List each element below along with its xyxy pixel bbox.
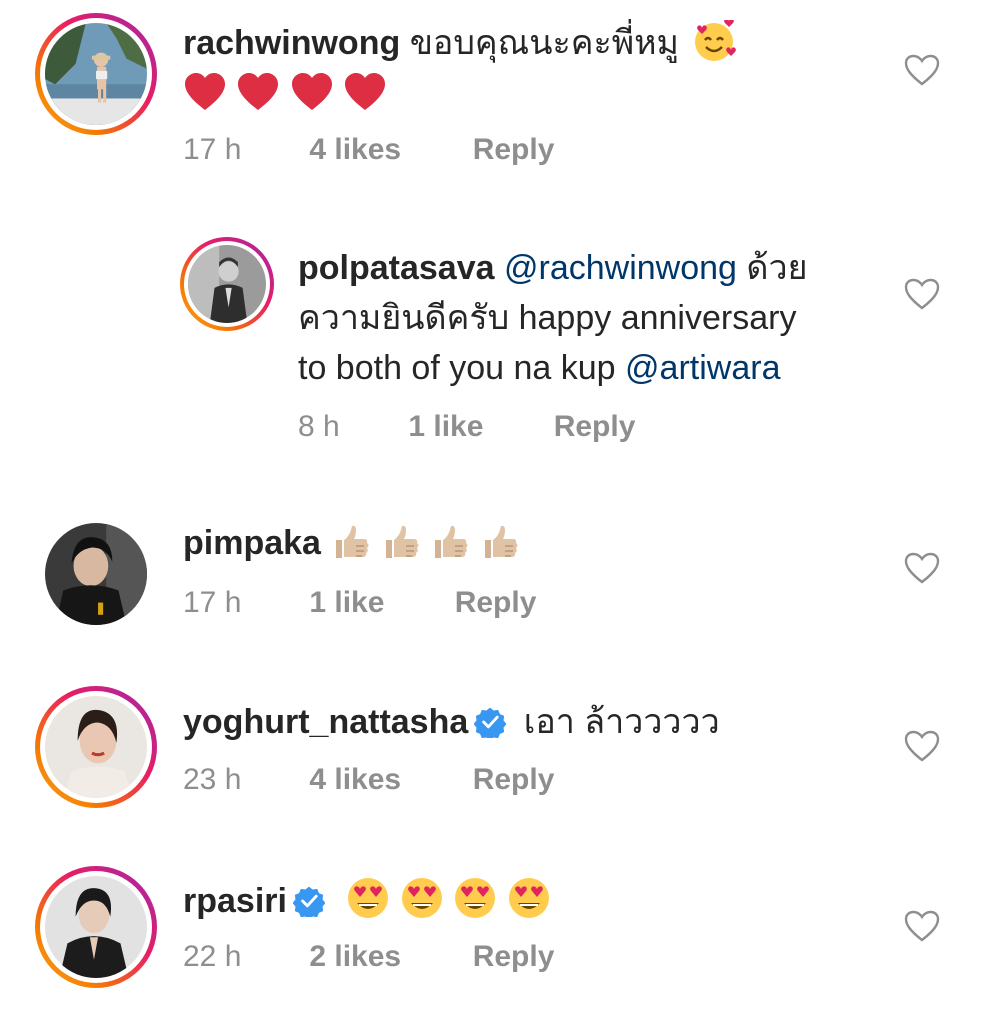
avatar (45, 876, 147, 978)
username[interactable]: pimpaka (183, 524, 321, 562)
comment-meta: 17 h 4 likes Reply (183, 133, 554, 167)
comment-time: 17 h (183, 586, 242, 619)
likes-count[interactable]: 1 like (408, 410, 545, 444)
red-heart-emoji (185, 73, 225, 110)
heart-eyes-emoji (508, 878, 549, 918)
red-heart-emoji (238, 73, 279, 110)
likes-count[interactable]: 4 likes (309, 763, 464, 797)
avatar-ring[interactable] (35, 686, 157, 808)
comment-pimpaka: pimpaka 17 h 1 like Reply (0, 510, 1000, 650)
comment-meta: 23 h 4 likes Reply (183, 763, 554, 797)
username[interactable]: polpatasava (298, 249, 495, 287)
avatar-wrap[interactable] (45, 523, 147, 625)
smiling-face-with-hearts-emoji (692, 18, 737, 64)
comment-body: rachwinwong ขอบคุณนะคะพี่หมู (183, 18, 883, 126)
reply-button[interactable]: Reply (554, 410, 636, 444)
heart-eyes-emoji-row (346, 876, 550, 934)
username[interactable]: yoghurt_nattasha (183, 703, 468, 741)
comment-time: 17 h (183, 133, 242, 166)
comment-text-line: ความยินดีครับ happy anniversary (298, 299, 797, 337)
comment-rpasiri: rpasiri 22 h 2 likes Reply (0, 860, 1000, 1014)
mention-link[interactable]: @rachwinwong (504, 249, 737, 287)
red-heart-emoji (345, 73, 386, 110)
thumbs-up-emoji (385, 525, 419, 558)
thumbs-up-emoji-row (330, 522, 518, 576)
avatar (45, 696, 147, 798)
heart-eyes-emoji (455, 878, 496, 918)
avatar-ring[interactable] (35, 13, 157, 135)
comment-text-line: to both of you na kup (298, 349, 616, 387)
like-heart-icon[interactable] (904, 54, 940, 86)
like-heart-icon[interactable] (904, 278, 940, 310)
avatar (45, 23, 147, 125)
hearts-emoji-row (183, 72, 387, 126)
comment-body: pimpaka (183, 518, 883, 576)
likes-count[interactable]: 2 likes (309, 940, 464, 974)
comment-body: yoghurt_nattasha เอา ล้าววววว (183, 697, 883, 747)
comment-body: polpatasava @rachwinwong ด้วย ความยินดีค… (298, 243, 898, 393)
avatar-ring[interactable] (35, 866, 157, 988)
comment-time: 23 h (183, 763, 242, 796)
like-heart-icon[interactable] (904, 910, 940, 942)
verified-badge-icon (292, 886, 325, 917)
comment-time: 22 h (183, 940, 242, 973)
avatar (45, 523, 147, 625)
thumbs-up-emoji (484, 525, 518, 558)
comment-text: เอา ล้าววววว (523, 703, 720, 741)
comment-rachwinwong: rachwinwong ขอบคุณนะคะพี่หมู 17 h 4 like… (0, 0, 1000, 190)
reply-button[interactable]: Reply (473, 763, 555, 797)
comment-meta: 17 h 1 like Reply (183, 586, 536, 620)
comment-time: 8 h (298, 410, 340, 443)
like-heart-icon[interactable] (904, 730, 940, 762)
likes-count[interactable]: 4 likes (309, 133, 464, 167)
comment-meta: 22 h 2 likes Reply (183, 940, 554, 974)
comment-yoghurt-nattasha: yoghurt_nattasha เอา ล้าววววว 23 h 4 lik… (0, 680, 1000, 840)
red-heart-emoji (291, 73, 332, 110)
mention-link[interactable]: @artiwara (625, 349, 780, 387)
comment-text: ขอบคุณนะคะพี่หมู (409, 24, 679, 62)
heart-eyes-emoji (401, 878, 442, 918)
comment-meta: 8 h 1 like Reply (298, 410, 635, 444)
username[interactable]: rpasiri (183, 882, 287, 920)
avatar (188, 245, 266, 323)
likes-count[interactable]: 1 like (309, 586, 446, 620)
heart-eyes-emoji (348, 878, 389, 918)
avatar-ring[interactable] (180, 237, 274, 331)
thumbs-up-emoji (336, 525, 369, 558)
verified-badge-icon (474, 707, 507, 738)
reply-button[interactable]: Reply (473, 133, 555, 167)
thumbs-up-emoji (435, 525, 468, 558)
comment-text: ด้วย (746, 249, 808, 287)
username[interactable]: rachwinwong (183, 24, 400, 62)
like-heart-icon[interactable] (904, 552, 940, 584)
reply-button[interactable]: Reply (455, 586, 537, 620)
reply-button[interactable]: Reply (473, 940, 555, 974)
comment-body: rpasiri (183, 876, 883, 934)
comment-polpatasava: polpatasava @rachwinwong ด้วย ความยินดีค… (0, 230, 1000, 470)
